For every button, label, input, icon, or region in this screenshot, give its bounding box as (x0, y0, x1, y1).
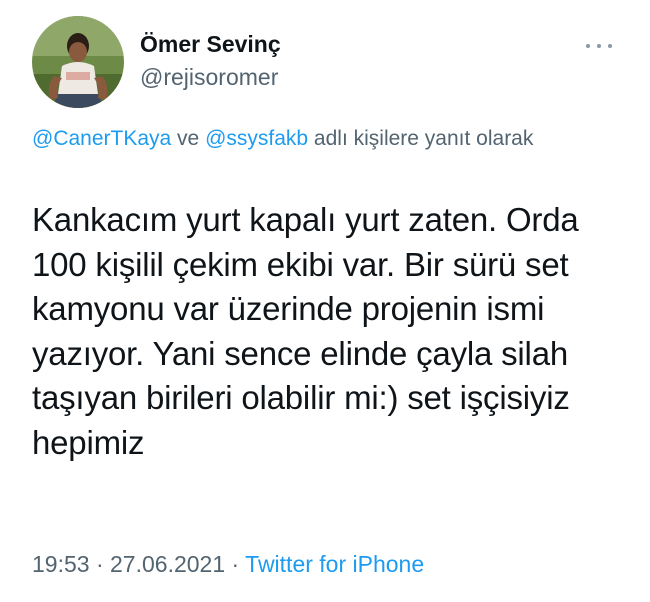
reply-suffix: adlı kişilere yanıt olarak (308, 127, 534, 150)
meta-separator: · (225, 551, 246, 577)
tweet-date[interactable]: 27.06.2021 (110, 551, 225, 577)
tweet-text: Kankacım yurt kapalı yurt zaten. Orda 10… (32, 201, 579, 461)
author-handle[interactable]: @rejisoromer (140, 64, 278, 91)
tweet-card: Ömer Sevinç @rejisoromer @CanerTKaya ve … (0, 0, 650, 602)
meta-separator: · (89, 551, 111, 577)
reply-connector: ve (171, 127, 206, 150)
tweet-meta: 19:53 · 27.06.2021 · Twitter for iPhone (32, 551, 424, 578)
reply-mention-canertkaya[interactable]: @CanerTKaya (32, 127, 171, 150)
more-dot (586, 44, 590, 48)
reply-mention-ssysfakb[interactable]: @ssysfakb (205, 127, 308, 150)
more-horizontal-icon[interactable] (586, 40, 612, 52)
more-dot (597, 44, 601, 48)
author-display-name[interactable]: Ömer Sevinç (140, 31, 281, 58)
avatar[interactable] (32, 16, 124, 108)
more-dot (608, 44, 612, 48)
reply-context: @CanerTKaya ve @ssysfakb adlı kişilere y… (32, 124, 592, 154)
tweet-time[interactable]: 19:53 (32, 551, 90, 577)
avatar-photo (32, 16, 124, 108)
tweet-source-link[interactable]: Twitter for iPhone (245, 551, 424, 577)
